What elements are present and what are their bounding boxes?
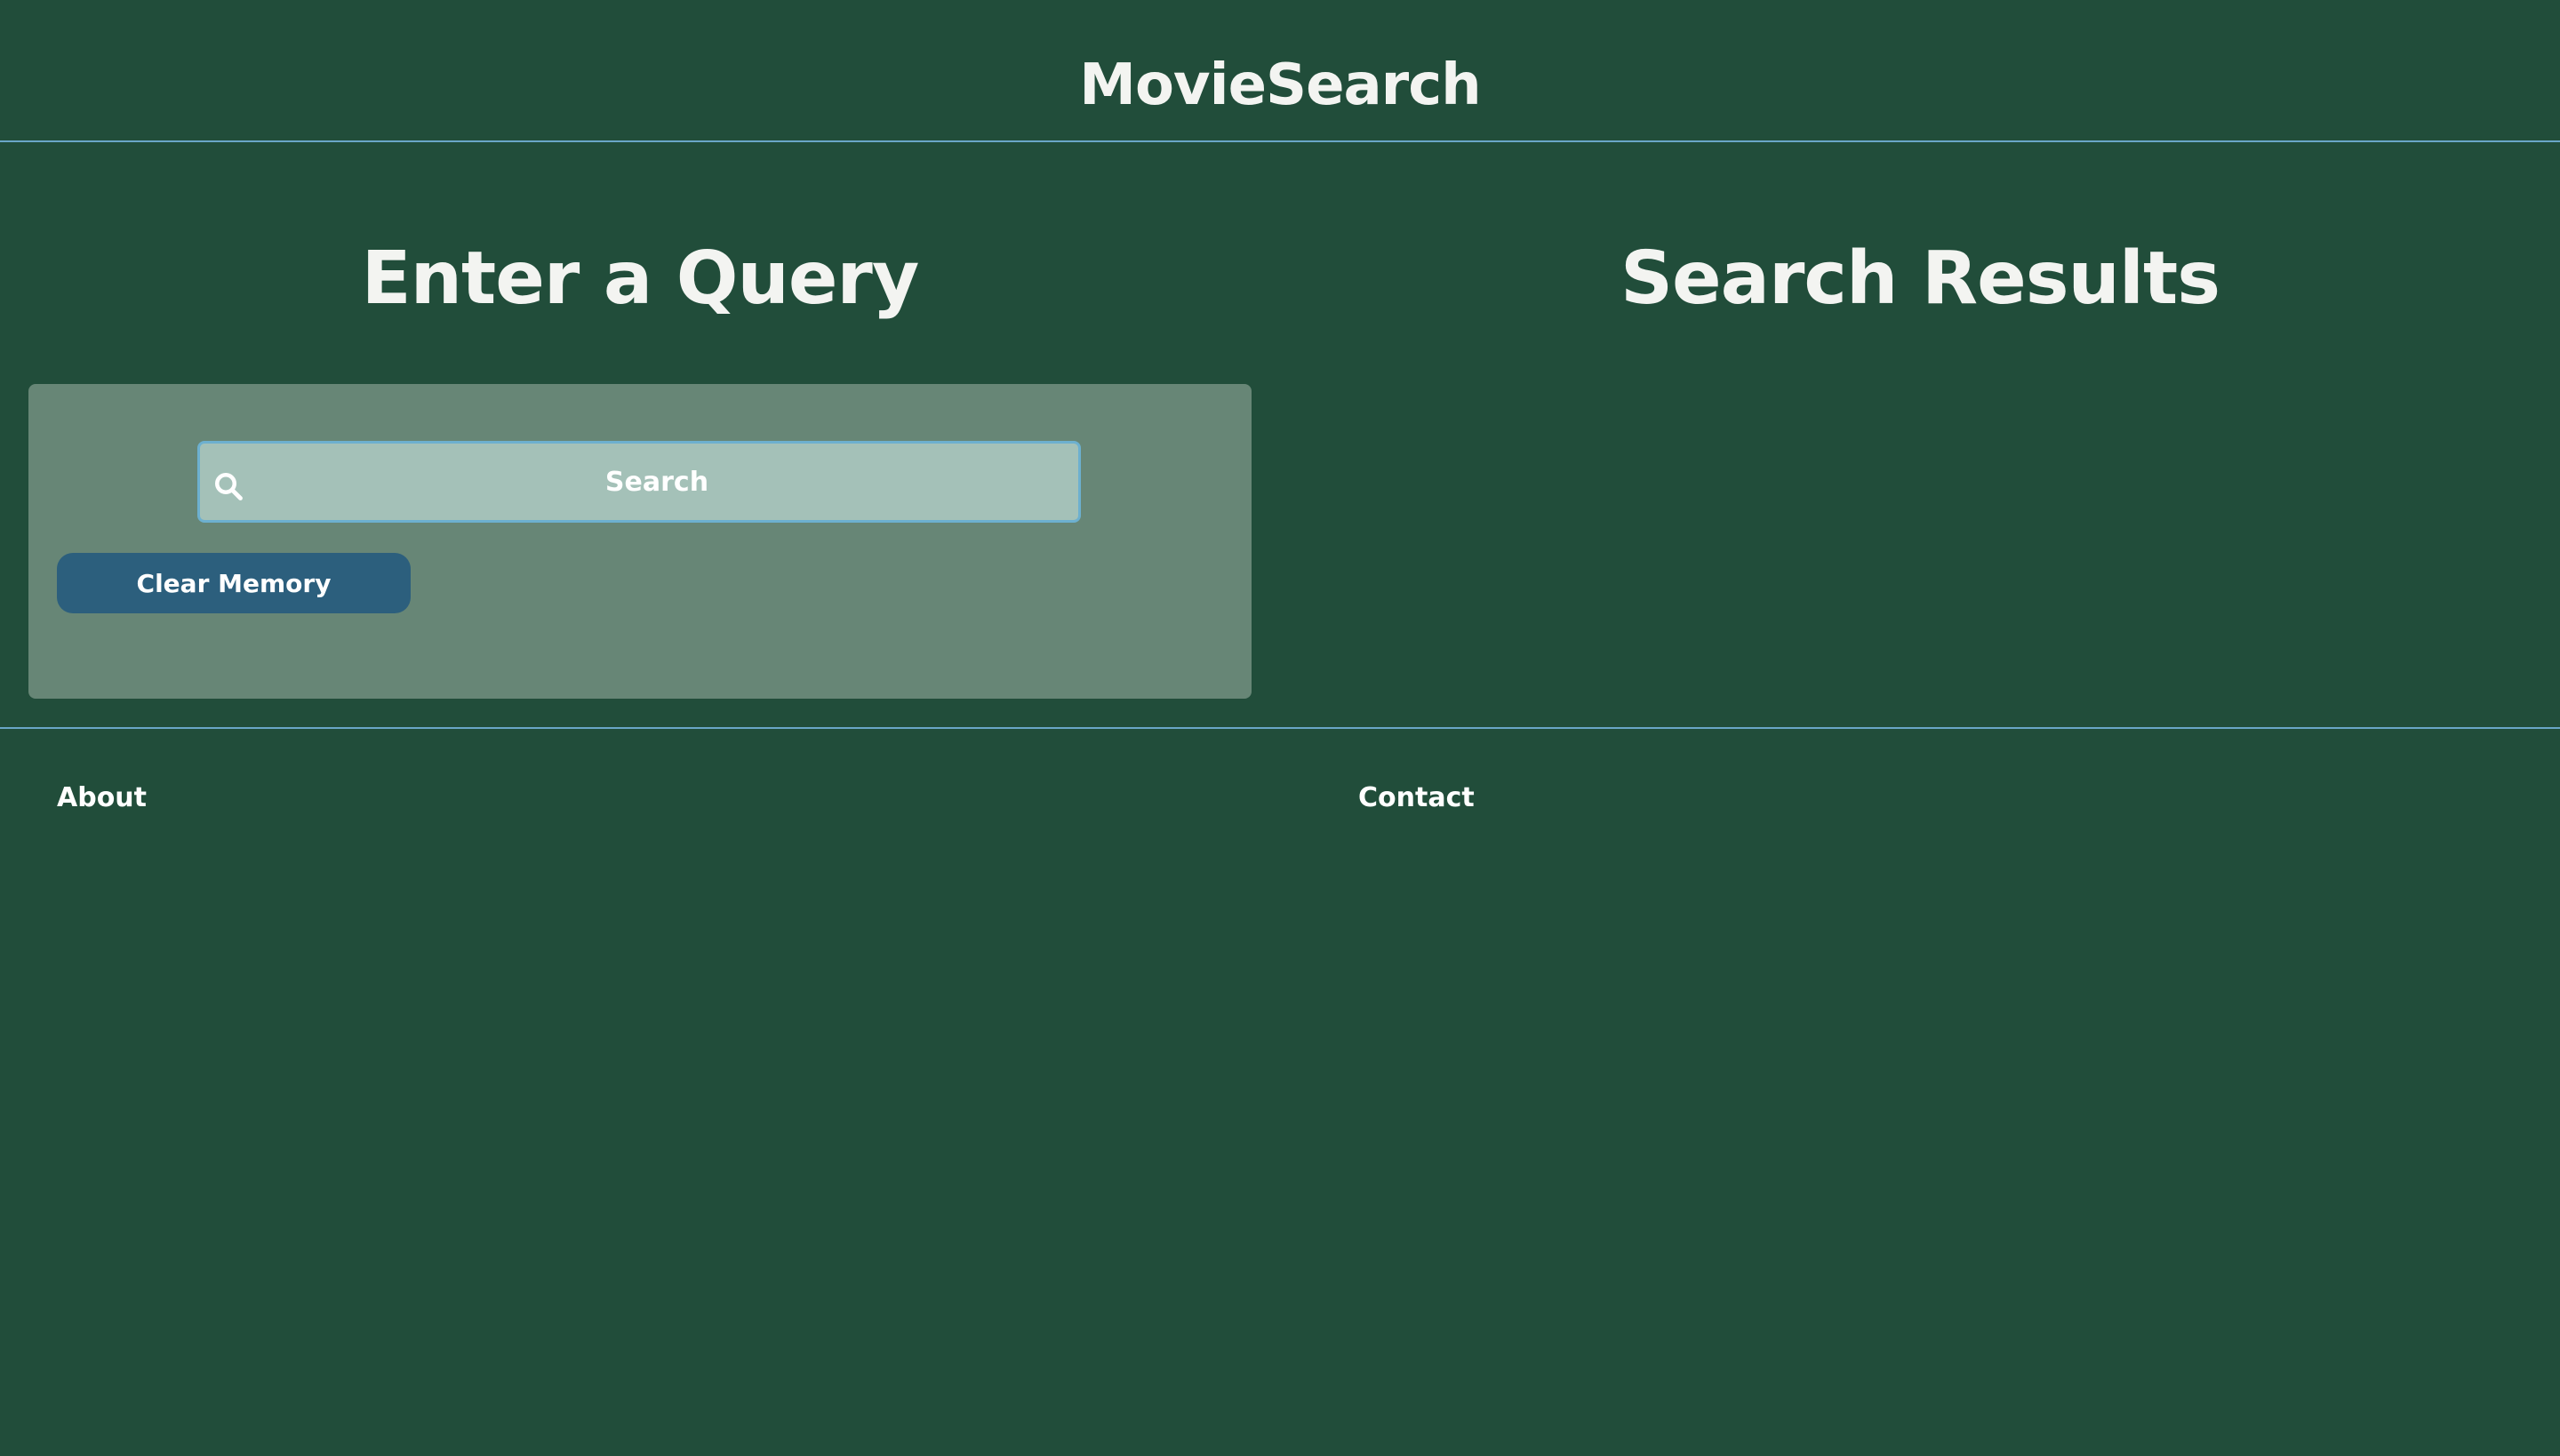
search-box[interactable]: [197, 441, 1081, 523]
results-heading: Search Results: [1620, 236, 2220, 321]
search-input[interactable]: [200, 444, 1078, 520]
search-icon: [215, 473, 243, 500]
site-header: MovieSearch: [0, 0, 2560, 142]
query-heading: Enter a Query: [361, 236, 920, 321]
footer-divider: [0, 727, 2560, 729]
footer-contact-link[interactable]: Contact: [1358, 780, 1475, 816]
footer-about-link[interactable]: About: [57, 780, 147, 816]
clear-memory-button[interactable]: Clear Memory: [57, 553, 411, 613]
app-title: MovieSearch: [1079, 52, 1481, 118]
query-panel: Clear Memory: [28, 384, 1252, 699]
